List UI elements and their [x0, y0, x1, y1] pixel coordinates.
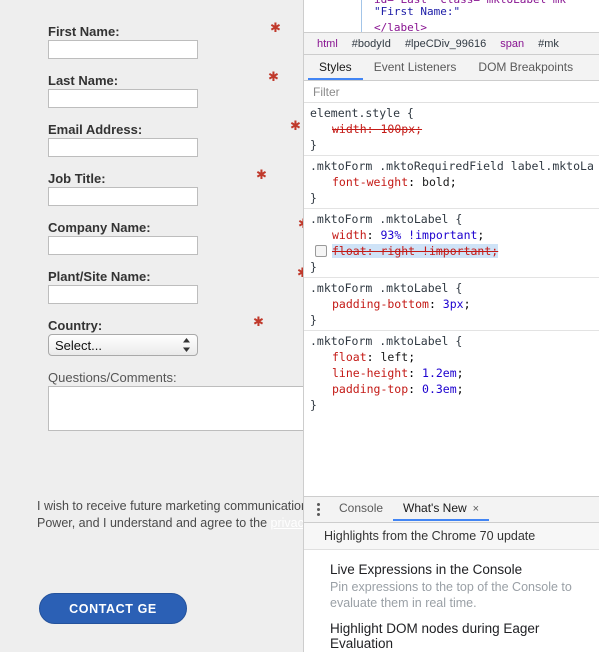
field-label: First Name: [48, 23, 120, 39]
whats-new-item-title[interactable]: Live Expressions in the Console [330, 562, 599, 577]
css-property[interactable]: float [332, 350, 367, 364]
whats-new-content: Live Expressions in the Console Pin expr… [304, 550, 599, 651]
screenshot-root: First Name: ✱ Last Name: ✱ Email Address… [0, 0, 599, 652]
drawer-tab-strip: Console What's New × [304, 497, 599, 523]
css-value[interactable]: 0.3em [422, 382, 457, 396]
css-property[interactable]: padding-top [332, 382, 408, 396]
dom-line-close-tag[interactable]: </label> [374, 21, 427, 32]
close-icon[interactable]: × [473, 503, 479, 515]
devtools-drawer: Console What's New × Highlights from the … [304, 496, 599, 652]
css-selector[interactable]: .mktoForm .mktoLabel { [310, 280, 599, 296]
required-asterisk-icon: ✱ [270, 21, 281, 36]
styles-filter-bar [304, 81, 599, 103]
css-property[interactable]: width [332, 228, 367, 242]
contact-ge-submit-button[interactable]: CONTACT GE [39, 593, 187, 624]
css-property[interactable]: padding-bottom [332, 297, 429, 311]
css-declaration[interactable]: padding-bottom: 3px; [310, 296, 599, 312]
breadcrumb-item-lpecdiv[interactable]: #lpeCDiv_99616 [398, 38, 493, 50]
css-close-brace: } [310, 260, 317, 274]
css-value[interactable]: bold [422, 175, 450, 189]
declaration-checkbox[interactable] [315, 245, 327, 257]
css-rule[interactable]: .mktoForm .mktoLabel { width: 93% !impor… [304, 209, 599, 278]
breadcrumb-item-bodyid[interactable]: #bodyId [345, 38, 398, 50]
css-selector[interactable]: .mktoForm .mktoLabel { [310, 333, 599, 349]
field-label: Email Address: [48, 121, 143, 137]
company-name-input[interactable] [48, 236, 198, 255]
css-property[interactable]: line-height [332, 366, 408, 380]
field-label: Job Title: [48, 170, 106, 186]
css-value[interactable]: 100px [380, 122, 415, 136]
css-close-brace: } [310, 313, 317, 327]
breadcrumb-item-mkto[interactable]: #mk [531, 38, 566, 50]
dom-indent-guide [361, 0, 362, 32]
css-property[interactable]: float [332, 244, 367, 258]
css-declaration[interactable]: width: 93% !important; [310, 227, 599, 243]
styles-filter-input[interactable] [311, 83, 515, 100]
css-rule[interactable]: .mktoForm .mktoRequiredField label.mktoL… [304, 156, 599, 209]
dom-line-text-node[interactable]: "First Name:" [374, 5, 460, 18]
css-close-brace: } [310, 138, 317, 152]
styles-rule-list: element.style { width: 100px; } .mktoFor… [304, 103, 599, 411]
required-asterisk-icon: ✱ [290, 119, 301, 134]
css-value[interactable]: right !important [380, 244, 491, 258]
devtools-panel: id="Last" class="mktoLabel mk "First Nam… [303, 0, 599, 652]
devtools-sidebar-tabs: Styles Event Listeners DOM Breakpoints [304, 55, 599, 81]
css-property[interactable]: width [332, 122, 367, 136]
css-declaration[interactable]: line-height: 1.2em; [310, 365, 599, 381]
field-label: Company Name: [48, 219, 151, 235]
css-close-brace: } [310, 398, 317, 411]
css-selector[interactable]: .mktoForm .mktoLabel { [310, 211, 599, 227]
last-name-input[interactable] [48, 89, 198, 108]
css-rule[interactable]: element.style { width: 100px; } [304, 103, 599, 156]
field-label: Plant/Site Name: [48, 268, 151, 284]
css-declaration[interactable]: padding-top: 0.3em; [310, 381, 599, 397]
email-address-input[interactable] [48, 138, 198, 157]
required-asterisk-icon: ✱ [256, 168, 267, 183]
css-value[interactable]: left [380, 350, 408, 364]
dom-tree-sliver: id="Last" class="mktoLabel mk "First Nam… [304, 0, 599, 33]
tab-styles[interactable]: Styles [308, 57, 363, 80]
tab-dom-breakpoints[interactable]: DOM Breakpoints [467, 57, 584, 80]
field-label: Last Name: [48, 72, 119, 88]
css-value[interactable]: 1.2em [422, 366, 457, 380]
dom-breadcrumb: html #bodyId #lpeCDiv_99616 span #mk [304, 33, 599, 55]
required-asterisk-icon: ✱ [253, 315, 264, 330]
field-label: Questions/Comments: [48, 369, 177, 385]
css-declaration-disabled[interactable]: float: right !important; [310, 243, 599, 259]
css-rule[interactable]: .mktoForm .mktoLabel { float: left; line… [304, 331, 599, 411]
whats-new-item-title[interactable]: Highlight DOM nodes during Eager Evaluat… [330, 621, 599, 651]
css-rule[interactable]: .mktoForm .mktoLabel { padding-bottom: 3… [304, 278, 599, 331]
css-declaration[interactable]: font-weight: bold; [310, 174, 599, 190]
css-value[interactable]: 93% !important [380, 228, 477, 242]
more-options-kebab-icon[interactable] [307, 503, 329, 516]
css-selector[interactable]: .mktoForm .mktoRequiredField label.mktoL… [310, 158, 599, 174]
whats-new-item: Highlight DOM nodes during Eager Evaluat… [330, 621, 599, 651]
whats-new-item-description: Pin expressions to the top of the Consol… [330, 580, 572, 610]
css-declaration[interactable]: float: left; [310, 349, 599, 365]
whats-new-item: Live Expressions in the Console Pin expr… [330, 562, 599, 611]
country-select-wrapper: Select... [48, 334, 198, 356]
drawer-tab-console[interactable]: Console [329, 498, 393, 521]
country-select[interactable]: Select... [48, 334, 198, 356]
css-property[interactable]: font-weight [332, 175, 408, 189]
css-close-brace: } [310, 191, 317, 205]
breadcrumb-item-span[interactable]: span [493, 38, 531, 50]
tab-event-listeners[interactable]: Event Listeners [363, 57, 468, 80]
css-value[interactable]: 3px [443, 297, 464, 311]
drawer-tab-whats-new[interactable]: What's New × [393, 498, 490, 521]
first-name-input[interactable] [48, 40, 198, 59]
drawer-tab-whats-new-label: What's New [403, 501, 467, 515]
required-asterisk-icon: ✱ [268, 70, 279, 85]
css-declaration[interactable]: width: 100px; [310, 121, 599, 137]
whats-new-subtitle: Highlights from the Chrome 70 update [304, 523, 599, 550]
breadcrumb-item-html[interactable]: html [310, 38, 345, 50]
plant-site-name-input[interactable] [48, 285, 198, 304]
optin-line-1: I wish to receive future marketing commu… [37, 499, 315, 513]
job-title-input[interactable] [48, 187, 198, 206]
css-selector[interactable]: element.style { [310, 105, 599, 121]
